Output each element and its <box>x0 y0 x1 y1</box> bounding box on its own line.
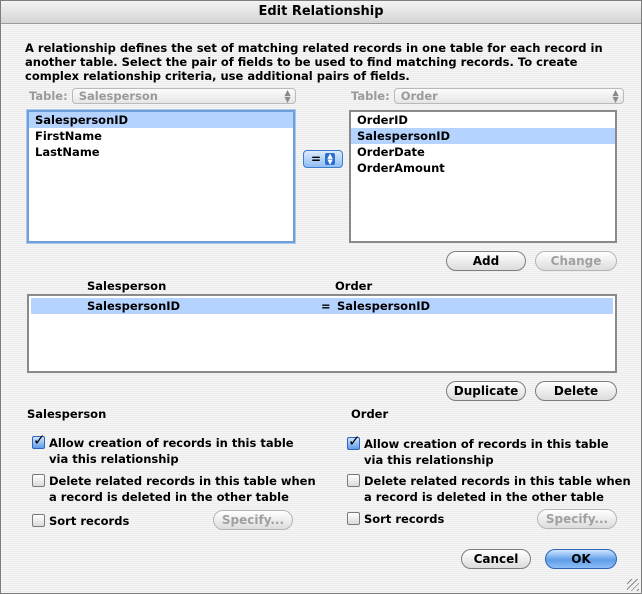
left-table-selector: Table: Salesperson ▲ ▼ <box>29 87 296 105</box>
list-item[interactable]: SalespersonID <box>29 112 293 128</box>
updown-arrows-icon: ▲ ▼ <box>325 153 336 166</box>
right-table-popup[interactable]: Order ▲ ▼ <box>393 88 624 104</box>
right-allow-create-checkbox[interactable]: Allow creation of records in this table … <box>347 433 609 468</box>
left-table-value: Salesperson <box>78 89 158 103</box>
left-sort-label: Sort records <box>49 514 130 528</box>
left-allow-create-label: Allow creation of records in this table … <box>49 435 294 467</box>
right-allow-create-line1: Allow creation of records in this table <box>364 437 609 451</box>
column-header-right: Order <box>335 279 373 293</box>
column-header-left: Salesperson <box>87 279 167 293</box>
left-table-popup[interactable]: Salesperson ▲ ▼ <box>71 88 296 104</box>
left-specify-button[interactable]: Specify... <box>213 510 293 530</box>
right-sort-label: Sort records <box>364 512 445 526</box>
left-options-title: Salesperson <box>27 407 107 421</box>
change-button[interactable]: Change <box>535 251 617 271</box>
left-allow-create-checkbox[interactable]: Allow creation of records in this table … <box>32 432 294 467</box>
left-field-list[interactable]: SalespersonID FirstName LastName <box>27 110 295 243</box>
list-item[interactable]: OrderDate <box>351 144 615 160</box>
checkbox-checked-icon <box>32 432 46 449</box>
row-left-field: SalespersonID <box>87 299 181 313</box>
right-delete-related-checkbox[interactable]: Delete related records in this table whe… <box>347 473 631 505</box>
left-delete-related-label: Delete related records in this table whe… <box>49 473 316 505</box>
operator-value: = <box>310 152 322 166</box>
left-delete-related-checkbox[interactable]: Delete related records in this table whe… <box>32 473 316 505</box>
left-allow-create-line1: Allow creation of records in this table <box>49 436 294 450</box>
checkbox-unchecked-icon <box>347 474 360 487</box>
cancel-button[interactable]: Cancel <box>461 549 531 569</box>
right-table-selector: Table: Order ▲ ▼ <box>351 87 624 105</box>
duplicate-button[interactable]: Duplicate <box>446 381 526 401</box>
add-button[interactable]: Add <box>446 251 526 271</box>
right-delete-related-line1: Delete related records in this table whe… <box>364 474 631 488</box>
checkbox-unchecked-icon <box>32 514 45 527</box>
updown-arrows-icon: ▲ ▼ <box>612 88 619 104</box>
left-delete-related-line1: Delete related records in this table whe… <box>49 474 316 488</box>
table-row[interactable]: SalespersonID = SalespersonID <box>31 298 613 314</box>
right-delete-related-line2: a record is deleted in the other table <box>364 490 604 504</box>
right-sort-checkbox[interactable]: Sort records <box>347 511 444 527</box>
relationship-list[interactable]: SalespersonID = SalespersonID <box>27 294 617 373</box>
list-item[interactable]: OrderAmount <box>351 160 615 176</box>
left-allow-create-line2: via this relationship <box>49 452 179 466</box>
window-title: Edit Relationship <box>1 1 641 24</box>
checkbox-unchecked-icon <box>32 474 45 487</box>
resize-grip-icon[interactable] <box>627 579 639 591</box>
row-operator: = <box>321 299 331 313</box>
description-text: A relationship defines the set of matchi… <box>25 41 603 83</box>
delete-button[interactable]: Delete <box>535 381 617 401</box>
right-field-list[interactable]: OrderID SalespersonID OrderDate OrderAmo… <box>349 110 617 243</box>
list-item[interactable]: OrderID <box>351 112 615 128</box>
ok-button[interactable]: OK <box>545 549 617 569</box>
left-delete-related-line2: a record is deleted in the other table <box>49 490 289 504</box>
list-item[interactable]: SalespersonID <box>351 128 615 144</box>
list-item[interactable]: FirstName <box>29 128 293 144</box>
checkbox-checked-icon <box>347 433 361 450</box>
list-item[interactable]: LastName <box>29 144 293 160</box>
edit-relationship-dialog: Edit Relationship A relationship defines… <box>0 0 642 594</box>
right-delete-related-label: Delete related records in this table whe… <box>364 473 631 505</box>
right-specify-button[interactable]: Specify... <box>537 509 617 529</box>
right-allow-create-label: Allow creation of records in this table … <box>364 436 609 468</box>
right-table-value: Order <box>400 89 438 103</box>
right-options-title: Order <box>351 407 389 421</box>
updown-arrows-icon: ▲ ▼ <box>284 88 291 104</box>
checkbox-unchecked-icon <box>347 512 360 525</box>
row-right-field: SalespersonID <box>337 299 431 313</box>
left-sort-checkbox[interactable]: Sort records <box>32 513 129 529</box>
right-allow-create-line2: via this relationship <box>364 453 494 467</box>
left-table-label: Table: <box>29 89 68 103</box>
operator-popup[interactable]: = ▲ ▼ <box>303 150 343 168</box>
right-table-label: Table: <box>351 89 390 103</box>
